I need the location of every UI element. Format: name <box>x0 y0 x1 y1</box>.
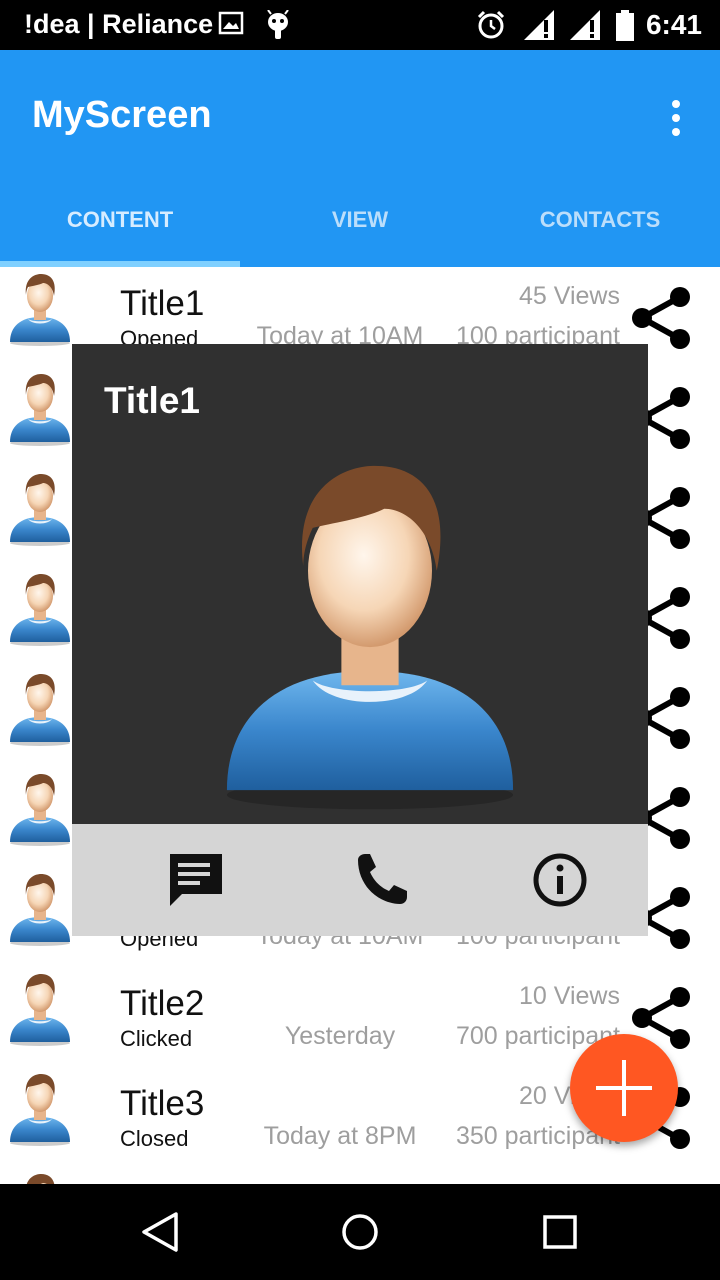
avatar <box>6 269 74 347</box>
avatar <box>6 869 74 947</box>
item-status: Clicked <box>120 1026 193 1051</box>
android-icon <box>267 10 289 39</box>
alarm-icon <box>477 10 505 39</box>
signal-icon <box>524 10 554 40</box>
item-title: Title2 <box>120 984 205 1023</box>
tab-label: CONTACTS <box>539 207 661 232</box>
contact-dialog: Title1 <box>72 344 648 936</box>
item-time: Today at 8PM <box>263 1122 417 1150</box>
avatar <box>200 442 540 814</box>
avatar <box>6 469 74 547</box>
avatar <box>6 369 74 447</box>
tab-content[interactable]: CONTENT <box>0 185 240 267</box>
avatar <box>6 969 74 1047</box>
item-views: 10 Views <box>519 982 620 1010</box>
app-title: MyScreen <box>32 94 212 136</box>
navigation-bar <box>0 1184 720 1280</box>
recents-icon[interactable] <box>538 1210 582 1254</box>
overflow-menu-icon[interactable] <box>662 98 690 138</box>
item-title: Title1 <box>120 284 205 323</box>
avatar <box>6 569 74 647</box>
clock: 6:41 <box>645 9 702 40</box>
info-icon[interactable] <box>530 850 590 910</box>
avatar <box>6 1169 74 1184</box>
item-title: Title3 <box>120 1084 205 1123</box>
dialog-actions <box>72 824 648 936</box>
item-time: Yesterday <box>284 1022 396 1050</box>
avatar <box>6 669 74 747</box>
signal-icon <box>570 10 600 40</box>
item-views: 45 Views <box>519 282 620 310</box>
tab-label: VIEW <box>331 207 389 232</box>
dialog-title: Title1 <box>104 380 200 421</box>
list-item[interactable] <box>0 1167 720 1184</box>
tab-bar: CONTENT VIEW CONTACTS <box>0 185 720 267</box>
phone-icon[interactable] <box>350 850 410 910</box>
battery-icon <box>616 10 634 41</box>
back-icon[interactable] <box>138 1210 182 1254</box>
item-status: Closed <box>120 1126 189 1151</box>
plus-icon <box>596 1060 652 1116</box>
home-icon[interactable] <box>338 1210 382 1254</box>
status-bar: !dea | Reliance 6:41 <box>0 0 720 50</box>
share-icon[interactable] <box>628 285 694 351</box>
avatar <box>6 769 74 847</box>
tab-label: CONTENT <box>66 207 174 232</box>
carrier-label: !dea | Reliance <box>24 9 214 39</box>
avatar <box>6 1069 74 1147</box>
tab-contacts[interactable]: CONTACTS <box>480 185 720 267</box>
message-icon[interactable] <box>166 850 226 910</box>
image-icon <box>218 11 244 35</box>
tab-view[interactable]: VIEW <box>240 185 480 267</box>
add-button[interactable] <box>570 1034 678 1142</box>
app-bar: MyScreen CONTENT VIEW CONTACTS <box>0 50 720 267</box>
